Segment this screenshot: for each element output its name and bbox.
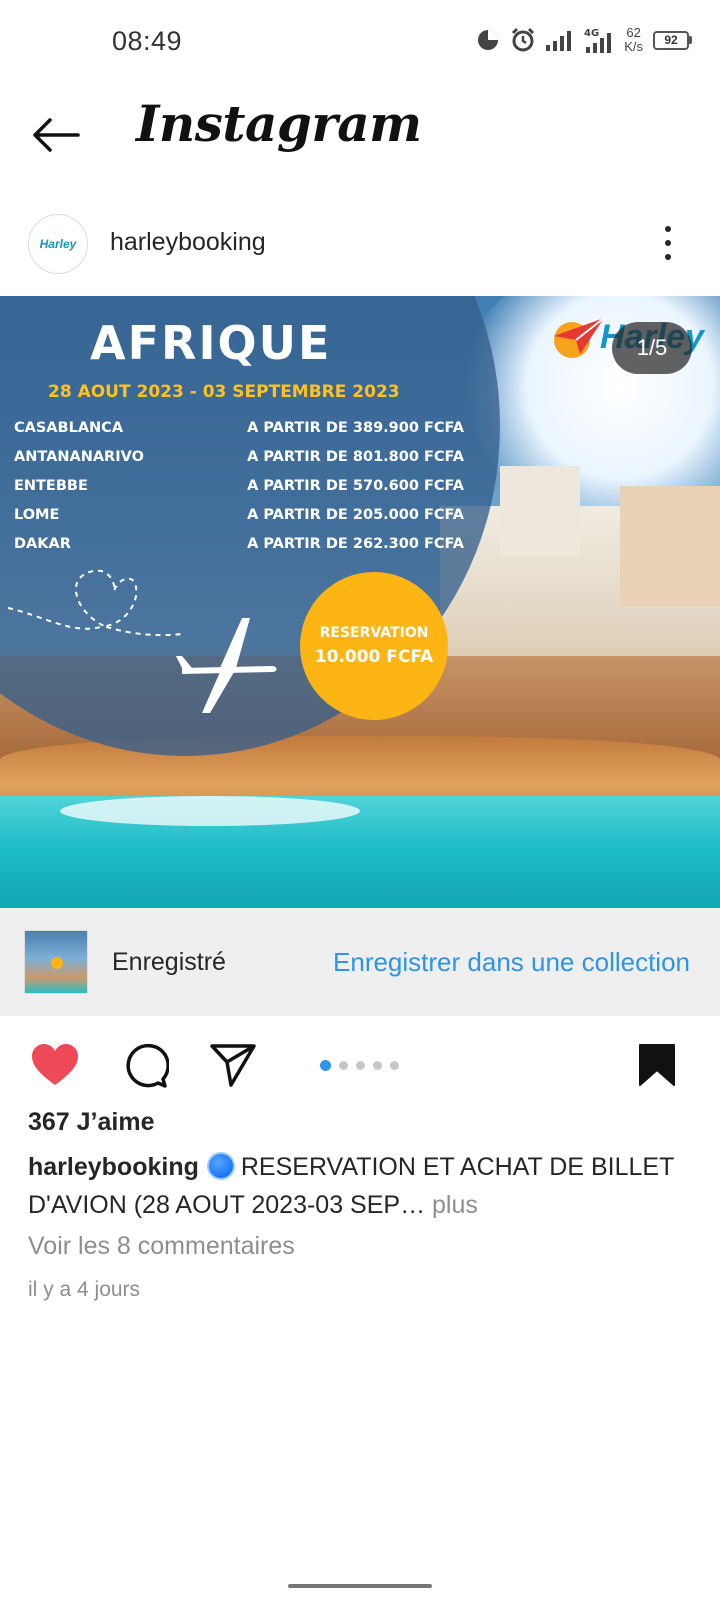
paper-plane-icon [210,1044,256,1087]
destination-row: DAKAR A PARTIR DE 262.300 FCFA [14,536,464,565]
carousel-dot [356,1061,365,1070]
image-foam [60,796,360,826]
net-speed-value: 62 [626,25,641,40]
destination-price: A PARTIR DE 389.900 FCFA [247,420,464,436]
airplane-icon [176,618,277,713]
back-button[interactable] [28,110,84,160]
carousel-dot [390,1061,399,1070]
destination-row: CASABLANCA A PARTIR DE 389.900 FCFA [14,420,464,449]
action-bar [0,1030,720,1100]
app-bar: Instagram [0,80,720,190]
carousel-dot-active [320,1060,331,1071]
more-vertical-icon [665,226,671,232]
destination-price: A PARTIR DE 570.600 FCFA [247,478,464,494]
signal-4g-icon: 4G [584,27,614,53]
destination-list: CASABLANCA A PARTIR DE 389.900 FCFA ANTAN… [14,420,464,565]
post-username[interactable]: harleybooking [110,228,266,257]
bookmark-filled-icon [639,1044,675,1086]
reservation-badge: RESERVATION 10.000 FCFA [300,572,448,720]
save-button[interactable] [630,1038,684,1092]
save-to-collection-link[interactable]: Enregistrer dans une collection [333,947,690,978]
comment-button[interactable] [118,1038,172,1092]
reservation-label: RESERVATION [319,625,429,641]
battery-tip [689,36,692,44]
carousel-dot [373,1061,382,1070]
svg-text:4G: 4G [584,28,599,39]
battery-level: 92 [653,30,689,50]
destination-row: ENTEBBE A PARTIR DE 570.600 FCFA [14,478,464,507]
arrow-left-icon [33,118,80,152]
destination-row: LOME A PARTIR DE 205.000 FCFA [14,507,464,536]
paper-plane-logo-icon [554,317,605,358]
carousel-counter: 1/5 [612,322,692,374]
destination-city: CASABLANCA [14,420,124,436]
reservation-amount: 10.000 FCFA [314,647,434,667]
more-vertical-icon-dot [665,240,671,246]
status-bar: 08:49 4G 62 K/s 92 [0,0,720,80]
image-building [500,466,580,556]
heart-filled-icon [32,1044,78,1085]
home-indicator[interactable] [288,1584,432,1588]
share-button[interactable] [206,1038,260,1092]
likes-count[interactable]: 367 J’aime [28,1108,155,1137]
status-icons: 4G 62 K/s 92 [476,22,692,58]
poster-title: AFRIQUE [90,316,332,370]
battery-icon: 92 [653,30,692,50]
destination-price: A PARTIR DE 262.300 FCFA [247,536,464,552]
post-timestamp: il y a 4 jours [28,1278,141,1301]
net-speed: 62 K/s [624,26,643,54]
destination-city: ENTEBBE [14,478,88,494]
avatar-logo: Harley [39,237,77,251]
carousel-indicator [320,1060,399,1071]
more-vertical-icon-dot [665,254,671,260]
saved-thumbnail[interactable] [24,930,88,994]
status-time: 08:49 [112,26,183,56]
saved-label: Enregistré [112,948,226,976]
post-header: Harley harleybooking [0,206,720,286]
post-image[interactable]: AFRIQUE 28 AOUT 2023 - 03 SEPTEMBRE 2023… [0,296,720,908]
data-saver-icon [476,28,500,52]
destination-price: A PARTIR DE 801.800 FCFA [247,449,464,465]
caption-username[interactable]: harleybooking [28,1153,199,1181]
comment-icon [126,1043,169,1088]
instagram-logo: Instagram [136,94,422,153]
avatar[interactable]: Harley [28,214,88,274]
more-options-button[interactable] [656,220,680,266]
heart-trail-icon [7,569,183,637]
like-button[interactable] [28,1038,82,1092]
poster-dates: 28 AOUT 2023 - 03 SEPTEMBRE 2023 [48,382,400,402]
image-building [620,486,720,606]
destination-city: ANTANANARIVO [14,449,144,465]
destination-city: DAKAR [14,536,71,552]
post-caption: harleybooking RESERVATION ET ACHAT DE BIL… [28,1148,688,1224]
destination-row: ANTANANARIVO A PARTIR DE 801.800 FCFA [14,449,464,478]
alarm-icon [510,27,536,53]
destination-price: A PARTIR DE 205.000 FCFA [247,507,464,523]
saved-bar: Enregistré Enregistrer dans une collecti… [0,908,720,1016]
view-comments-link[interactable]: Voir les 8 commentaires [28,1232,295,1261]
destination-city: LOME [14,507,60,523]
caption-more-link[interactable]: plus [432,1191,478,1219]
carousel-dot [339,1061,348,1070]
net-speed-unit: K/s [624,39,643,54]
blue-circle-icon [206,1152,235,1180]
signal-icon [546,29,574,51]
